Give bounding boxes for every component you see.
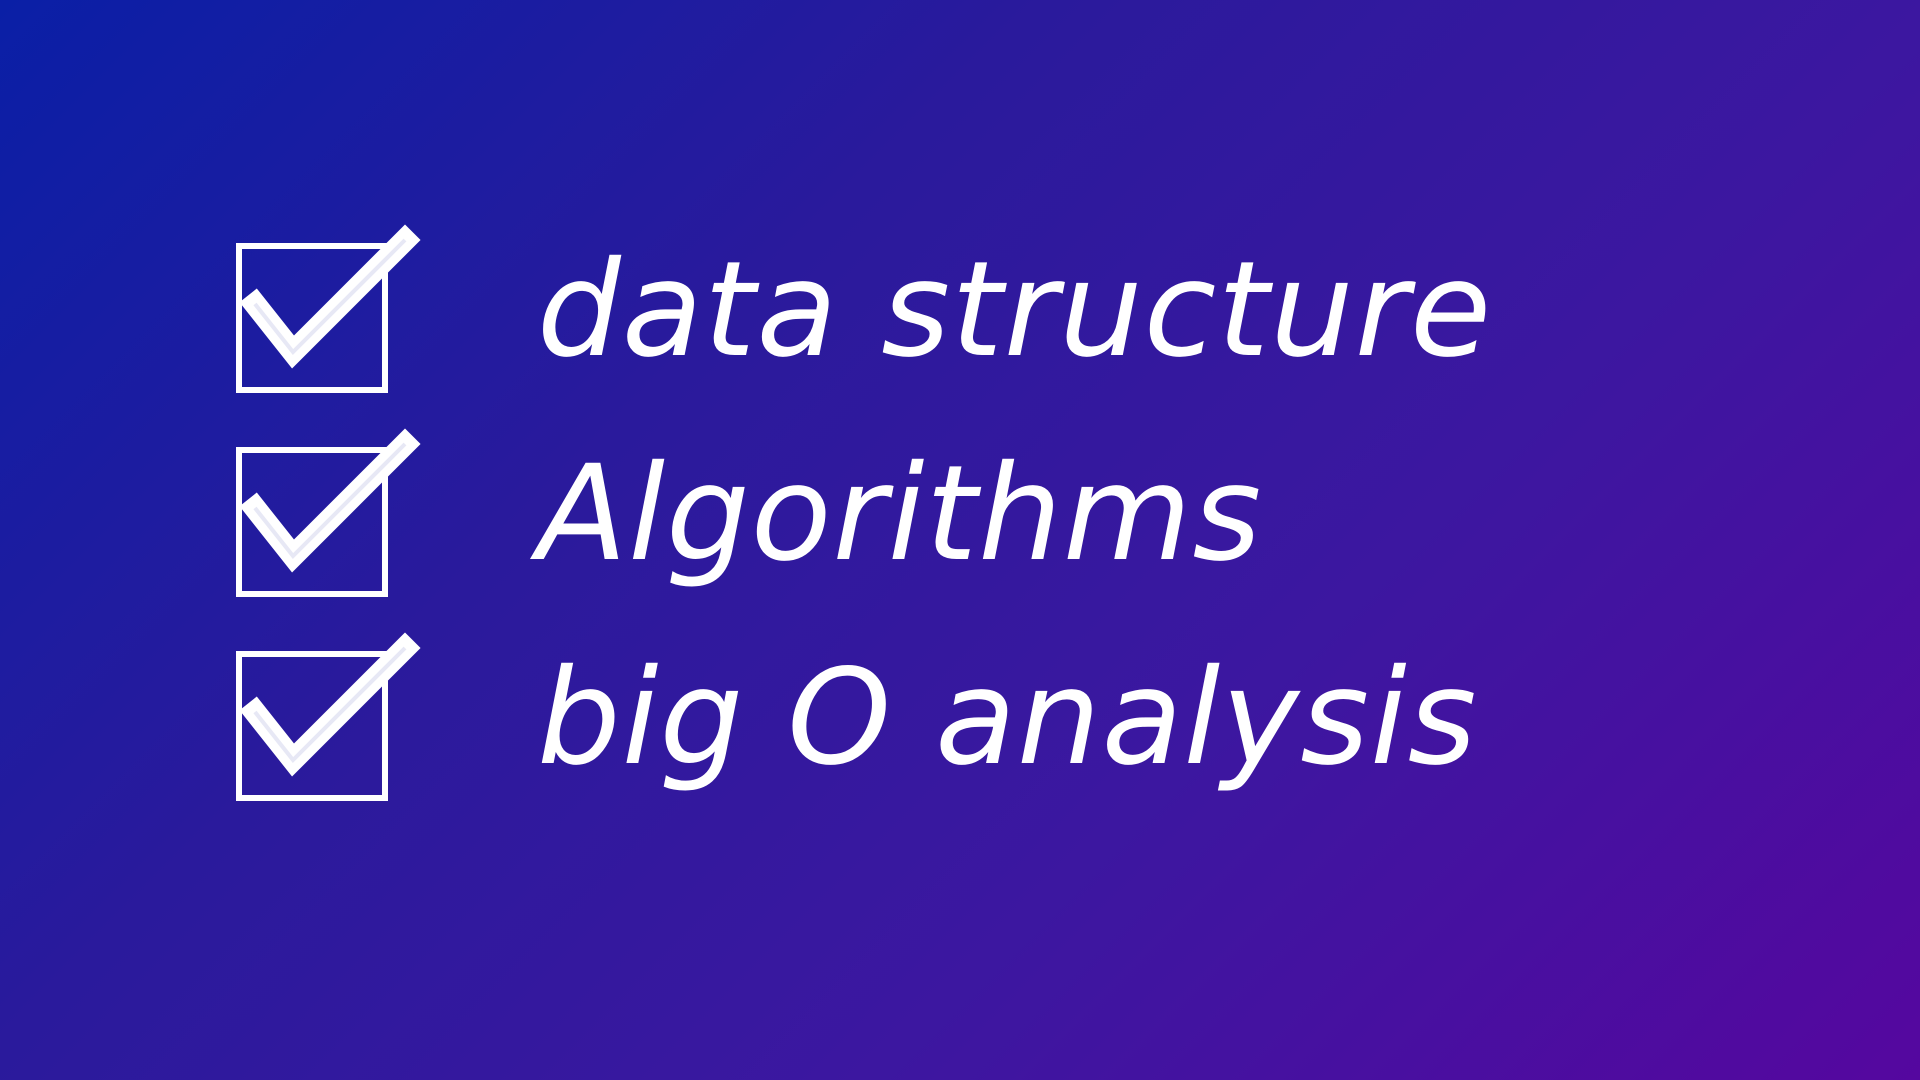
- checklist-item-data-structure: data structure: [235, 212, 1492, 416]
- checked-box-icon: [235, 632, 421, 802]
- checked-box-icon: [235, 224, 421, 394]
- checklist-item-label: big O analysis: [537, 641, 1478, 795]
- checklist-item-label: data structure: [537, 233, 1493, 387]
- checklist-item-algorithms: Algorithms: [235, 416, 1492, 620]
- checked-box-icon: [235, 428, 421, 598]
- checklist-item-big-o-analysis: big O analysis: [235, 620, 1492, 824]
- checklist-item-label: Algorithms: [537, 437, 1263, 591]
- slide: { "checklist": { "items": [ { "label": "…: [0, 0, 1920, 1080]
- topic-checklist: data structure Algorithms big O analysis: [235, 212, 1492, 824]
